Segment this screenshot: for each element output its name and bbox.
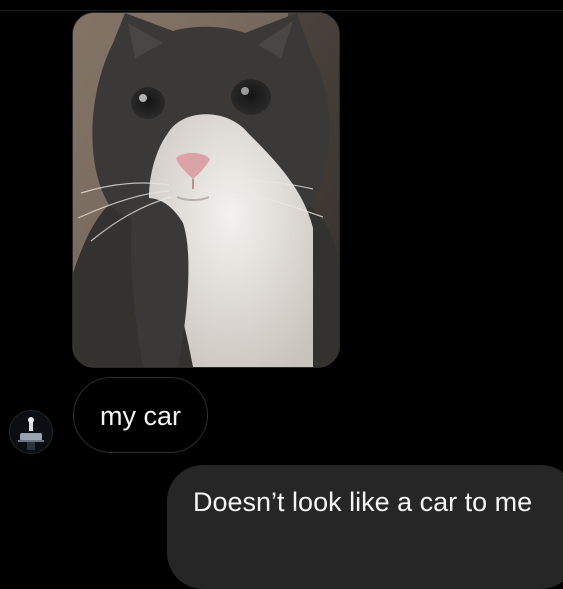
sender-avatar-photo [10,411,52,453]
incoming-message-text: my car [100,401,181,431]
outgoing-message-text: Doesn’t look like a car to me [193,487,533,517]
sender-avatar[interactable] [9,410,53,454]
outgoing-message-bubble[interactable]: Doesn’t look like a car to me [167,465,563,589]
message-thread: my car Doesn’t look like a car to me [0,0,563,589]
photo-message[interactable] [72,12,340,368]
incoming-message-bubble[interactable]: my car [73,377,208,453]
cat-photo [73,13,339,367]
